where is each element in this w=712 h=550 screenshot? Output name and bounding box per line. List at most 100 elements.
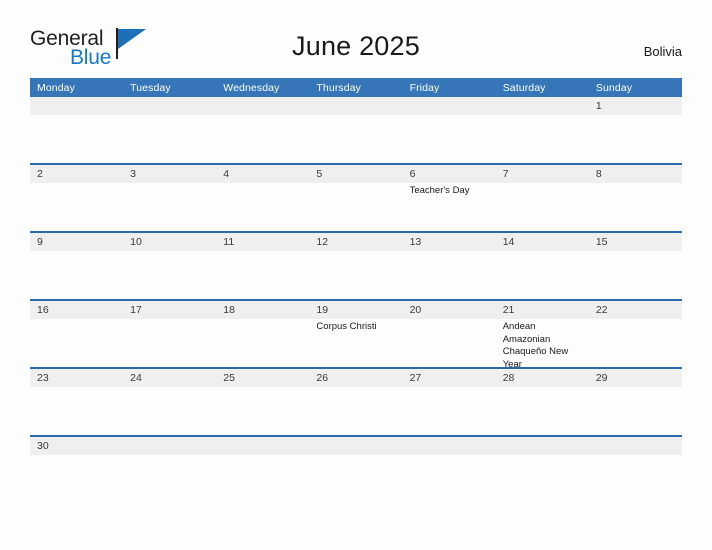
day-cell: [216, 387, 309, 389]
weekday-header-sunday: Sunday: [595, 81, 633, 94]
day-number[interactable]: 1: [589, 97, 682, 115]
day-cell: [30, 183, 123, 198]
day-number[interactable]: 28: [496, 369, 589, 387]
day-number[interactable]: 18: [216, 301, 309, 319]
calendar-page: General Blue June 2025 Bolivia Monday Tue…: [0, 0, 712, 550]
day-number[interactable]: 2: [30, 165, 123, 183]
week-body: 16 17 18 19 20 21 22 Corpus Christi Andean Amazo…: [30, 301, 682, 370]
day-number-empty: [589, 437, 682, 455]
day-number[interactable]: 6: [403, 165, 496, 183]
day-number[interactable]: 17: [123, 301, 216, 319]
day-number-band: 1: [30, 97, 682, 115]
day-events-band: [30, 387, 682, 389]
day-number[interactable]: 5: [309, 165, 402, 183]
day-cell: [589, 455, 682, 457]
day-number-empty: [309, 437, 402, 455]
day-events-band: [30, 251, 682, 253]
day-cell: [216, 455, 309, 457]
day-number[interactable]: 12: [309, 233, 402, 251]
day-cell: [496, 251, 589, 253]
calendar-week-row: 23 24 25 26 27 28 29: [30, 367, 682, 435]
day-number[interactable]: 3: [123, 165, 216, 183]
day-number[interactable]: 7: [496, 165, 589, 183]
day-number[interactable]: 25: [216, 369, 309, 387]
day-number[interactable]: 4: [216, 165, 309, 183]
day-events-band: Teacher's Day: [30, 183, 682, 198]
day-number[interactable]: 26: [309, 369, 402, 387]
day-number[interactable]: 22: [589, 301, 682, 319]
calendar-week-row: 9 10 11 12 13 14 15: [30, 231, 682, 299]
weekday-header-friday: Friday: [409, 81, 440, 94]
day-number[interactable]: 9: [30, 233, 123, 251]
day-number-band: 30: [30, 437, 682, 455]
day-number-empty: [123, 437, 216, 455]
week-body: 2 3 4 5 6 7 8 Teacher's Day: [30, 165, 682, 231]
day-number[interactable]: 19: [309, 301, 402, 319]
week-body: 30: [30, 437, 682, 479]
day-number-empty: [216, 97, 309, 115]
day-cell: [123, 251, 216, 253]
day-cell: [123, 319, 216, 371]
day-cell: [589, 183, 682, 198]
day-number[interactable]: 27: [403, 369, 496, 387]
country-label: Bolivia: [643, 44, 682, 59]
day-events-band: [30, 115, 682, 117]
day-events-band: [30, 455, 682, 457]
calendar-grid: Monday Tuesday Wednesday Thursday Friday Satu…: [30, 78, 682, 479]
day-cell: [589, 387, 682, 389]
day-number-empty: [309, 97, 402, 115]
day-cell: [403, 387, 496, 389]
day-number[interactable]: 21: [496, 301, 589, 319]
day-number[interactable]: 11: [216, 233, 309, 251]
day-number[interactable]: 10: [123, 233, 216, 251]
day-cell: [30, 455, 123, 457]
day-number-empty: [403, 437, 496, 455]
day-number-band: 2345678: [30, 165, 682, 183]
day-number[interactable]: 16: [30, 301, 123, 319]
weekday-header-wednesday: Wednesday: [223, 81, 280, 94]
day-cell: [496, 115, 589, 117]
weekday-header-monday: Monday: [37, 81, 75, 94]
day-number[interactable]: 29: [589, 369, 682, 387]
day-number-empty: [496, 437, 589, 455]
day-events-band: Corpus Christi Andean Amazonian Chaqueño …: [30, 319, 682, 371]
weekday-header-thursday: Thursday: [316, 81, 361, 94]
day-cell: [496, 387, 589, 389]
calendar-weeks: 1 2 3 4 5 6 7 8 Teacher's Day 9 10 11 12 13 14 15 16 17 18…: [30, 97, 682, 479]
day-number[interactable]: 13: [403, 233, 496, 251]
day-number[interactable]: 24: [123, 369, 216, 387]
day-cell: [123, 183, 216, 198]
day-number-empty: [496, 97, 589, 115]
week-body: 1: [30, 97, 682, 163]
holiday-event: Teacher's Day: [409, 185, 470, 196]
day-number[interactable]: 23: [30, 369, 123, 387]
day-cell: Corpus Christi: [309, 319, 402, 371]
day-cell: [309, 387, 402, 389]
weekday-header-saturday: Saturday: [502, 81, 546, 94]
calendar-week-row: 16 17 18 19 20 21 22 Corpus Christi Andean Amazo…: [30, 299, 682, 370]
day-cell: [30, 115, 123, 117]
day-number[interactable]: 20: [403, 301, 496, 319]
day-number[interactable]: 15: [589, 233, 682, 251]
day-cell: [30, 319, 123, 371]
day-cell: [216, 115, 309, 117]
week-body: 9 10 11 12 13 14 15: [30, 233, 682, 299]
day-cell: [30, 251, 123, 253]
holiday-event: Corpus Christi: [316, 321, 377, 332]
day-cell: [403, 319, 496, 371]
holiday-event: Andean Amazonian Chaqueño New Year: [502, 321, 569, 370]
day-cell: [589, 251, 682, 253]
day-number-empty: [123, 97, 216, 115]
day-cell: [216, 251, 309, 253]
day-number[interactable]: 30: [30, 437, 123, 455]
day-cell: [403, 455, 496, 457]
day-cell: [589, 115, 682, 117]
day-cell: [309, 183, 402, 198]
day-number[interactable]: 8: [589, 165, 682, 183]
day-cell: [309, 455, 402, 457]
day-number-band: 23 24 25 26 27 28 29: [30, 369, 682, 387]
weekday-header-tuesday: Tuesday: [130, 81, 171, 94]
day-number[interactable]: 14: [496, 233, 589, 251]
calendar-week-row: 2 3 4 5 6 7 8 Teacher's Day: [30, 163, 682, 231]
day-cell: [30, 387, 123, 389]
